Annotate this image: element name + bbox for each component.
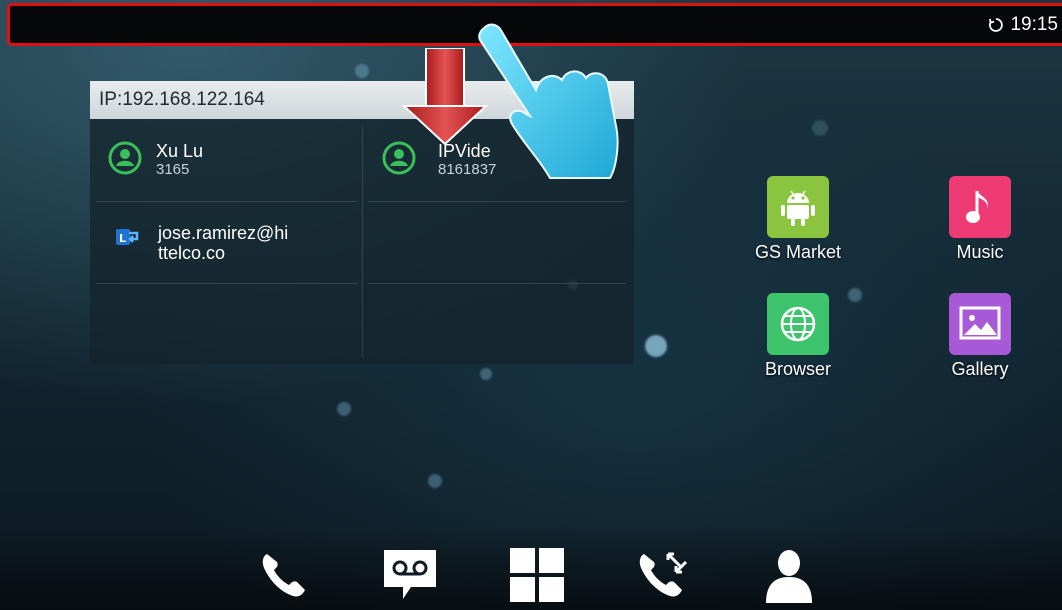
bokeh-decoration xyxy=(848,288,862,302)
grid-divider xyxy=(368,283,626,284)
dock-phone[interactable] xyxy=(254,544,312,606)
app-gs-market[interactable]: GS Market xyxy=(748,176,848,263)
clock: 19:15 xyxy=(1010,14,1058,35)
contact-icon xyxy=(108,141,142,175)
contact-jose-ramirez[interactable]: L jose.ramirez@hi ttelco.co xyxy=(112,223,288,263)
app-gallery[interactable]: Gallery xyxy=(930,293,1030,380)
app-browser[interactable]: Browser xyxy=(748,293,848,380)
android-icon xyxy=(781,190,815,226)
bokeh-decoration xyxy=(645,335,667,357)
lync-icon: L xyxy=(116,229,139,245)
picture-icon xyxy=(959,306,1001,340)
bokeh-decoration xyxy=(428,474,442,488)
app-music[interactable]: Music xyxy=(930,176,1030,263)
contact-icon xyxy=(382,141,416,175)
app-tile xyxy=(767,293,829,355)
bokeh-decoration xyxy=(355,64,369,78)
dock-contacts[interactable] xyxy=(760,544,818,606)
grid-divider xyxy=(362,127,363,357)
apps-grid-icon xyxy=(510,548,564,602)
pointing-hand-icon xyxy=(478,23,619,179)
music-note-icon xyxy=(966,191,988,223)
bokeh-decoration xyxy=(337,402,351,416)
contact-name: Xu Lu xyxy=(156,141,204,161)
phone-icon xyxy=(262,554,305,597)
call-transfer-icon xyxy=(639,552,688,597)
contact-name-line2: ttelco.co xyxy=(158,243,226,263)
app-label: GS Market xyxy=(754,242,842,262)
contact-xu-lu[interactable]: Xu Lu 3165 xyxy=(108,141,203,179)
contact-name-line1: jose.ramirez@hi xyxy=(158,223,289,243)
status-right: 19:15 xyxy=(988,14,1058,36)
app-tile xyxy=(949,293,1011,355)
sync-icon xyxy=(989,18,1004,32)
contacts-icon xyxy=(766,550,812,603)
dock-apps[interactable] xyxy=(508,544,566,606)
dock-call-transfer[interactable] xyxy=(634,544,692,606)
grid-divider xyxy=(96,283,358,284)
grid-divider xyxy=(96,201,358,202)
app-label: Browser xyxy=(764,359,831,379)
bokeh-decoration xyxy=(480,368,492,380)
grid-divider xyxy=(368,201,626,202)
bokeh-decoration xyxy=(812,120,828,136)
app-tile xyxy=(949,176,1011,238)
voicemail-icon xyxy=(384,550,436,599)
home-screen: 19:15 IP:192.168.122.164 Xu Lu 3165 IPVi… xyxy=(0,0,1062,610)
contact-number: 3165 xyxy=(156,161,190,178)
globe-icon xyxy=(780,306,816,342)
dock-voicemail[interactable] xyxy=(381,544,439,606)
svg-text:L: L xyxy=(119,232,126,245)
app-label: Music xyxy=(956,242,1004,262)
app-label: Gallery xyxy=(951,359,1009,379)
app-tile xyxy=(767,176,829,238)
